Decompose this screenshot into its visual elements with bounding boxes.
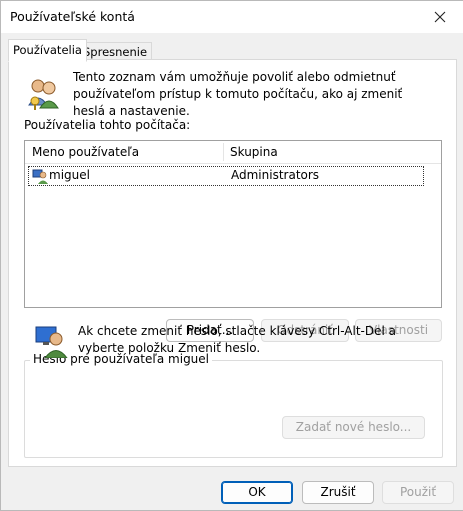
users-list[interactable]: Meno používateľa Skupina miguel Administ… <box>24 140 442 308</box>
list-header: Meno používateľa Skupina <box>25 141 441 164</box>
cancel-button[interactable]: Zrušiť <box>302 481 374 504</box>
window-title: Používateľské kontá <box>10 9 135 24</box>
ok-button[interactable]: OK <box>221 481 293 504</box>
table-row[interactable]: miguel Administrators <box>28 166 424 186</box>
user-icon <box>32 168 48 184</box>
row-group: Administrators <box>231 168 320 182</box>
tab-panel: Tento zoznam vám umožňuje povoliť alebo … <box>8 59 457 467</box>
user-accounts-dialog: Používateľské kontá Používatelia Spresne… <box>0 0 463 511</box>
row-username: miguel <box>49 168 90 182</box>
password-icon <box>34 324 68 359</box>
tab-users[interactable]: Používatelia <box>8 39 87 62</box>
password-instructions: Ak chcete zmeniť heslo, stlačte klávesy … <box>78 324 396 355</box>
intro-text: Tento zoznam vám umožňuje povoliť alebo … <box>73 70 403 118</box>
users-icon <box>26 75 62 111</box>
close-button[interactable] <box>417 1 463 33</box>
apply-button[interactable]: Použiť <box>382 481 454 504</box>
close-icon <box>434 11 446 23</box>
users-list-label: Používatelia tohto počítača: <box>24 118 191 132</box>
column-header-group[interactable]: Skupina <box>230 145 278 159</box>
column-header-username[interactable]: Meno používateľa <box>32 145 139 159</box>
column-separator <box>223 143 224 161</box>
reset-password-button[interactable]: Zadať nové heslo... <box>282 416 425 439</box>
title-bar: Používateľské kontá <box>1 1 463 33</box>
password-group <box>24 360 443 458</box>
